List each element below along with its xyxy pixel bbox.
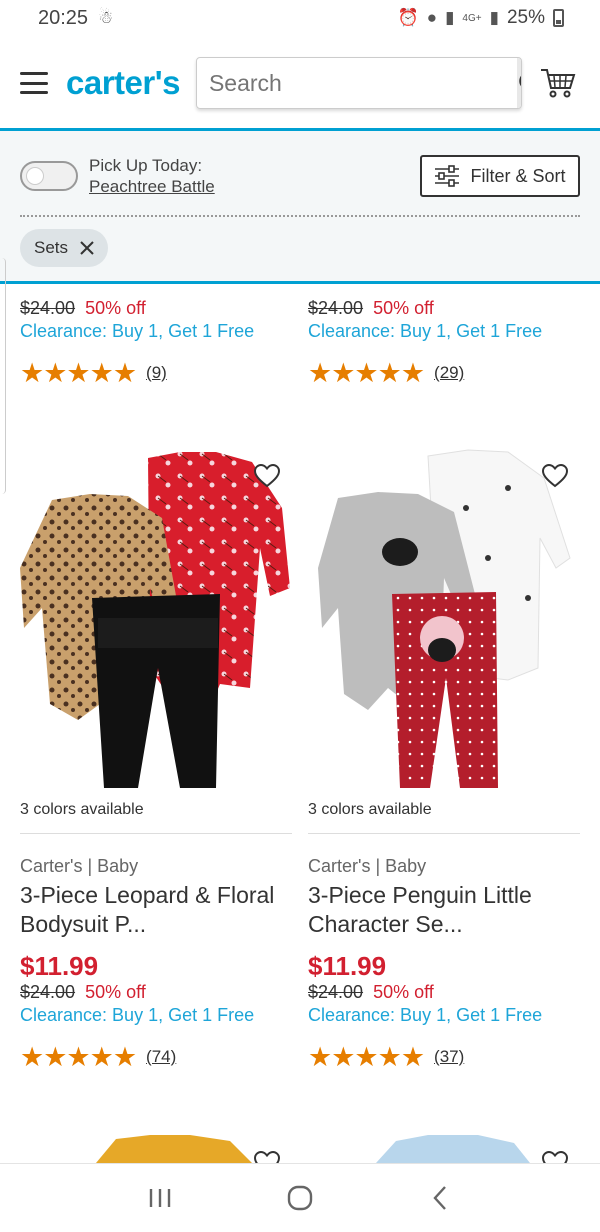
location-icon: ● [426, 8, 438, 27]
review-count[interactable]: (74) [146, 1047, 176, 1067]
rating[interactable]: ★★★★★ (29) [308, 358, 580, 388]
filter-sort-button[interactable]: Filter & Sort [420, 155, 580, 197]
penguin-set-illustration [318, 449, 571, 788]
card-divider [20, 833, 292, 834]
price-row: $24.00 50% off [308, 982, 580, 1003]
product-name[interactable]: 3-Piece Leopard & Floral Bodysuit P... [20, 881, 292, 939]
blue-outfit-illustration [376, 1135, 530, 1163]
product-name-line2: Character Se... [308, 911, 463, 937]
rating[interactable]: ★★★★★ (9) [20, 358, 292, 388]
discount-label: 50% off [85, 298, 146, 318]
price-row: $24.00 50% off [20, 982, 292, 1003]
product-name-line1: 3-Piece Penguin Little [308, 882, 532, 908]
side-drawer-edge[interactable] [0, 258, 6, 494]
recents-button[interactable] [140, 1178, 180, 1218]
promo-text: Clearance: Buy 1, Get 1 Free [308, 1005, 543, 1025]
promo-text: Clearance: Buy 1, Get 1 Free [20, 321, 255, 341]
alarm-icon: ⏰ [397, 8, 419, 27]
chip-label: Sets [34, 238, 69, 257]
cart-icon[interactable] [540, 67, 576, 99]
star-rating-icon: ★★★★★ [308, 358, 425, 388]
colors-available: 3 colors available [20, 801, 144, 818]
signal-icon: ▮ [445, 8, 455, 27]
toggle-knob [26, 167, 44, 185]
search-bar [195, 57, 522, 109]
original-price: $24.00 [308, 298, 364, 318]
notification-icon: ☃ [98, 8, 114, 27]
carters-logo[interactable]: carter's [66, 64, 180, 102]
heart-icon[interactable] [254, 1151, 280, 1163]
pickup-store-link[interactable]: Peachtree Battle [89, 176, 215, 197]
discount-label: 50% off [373, 298, 434, 318]
product-name[interactable]: 3-Piece Penguin Little Character Se... [308, 881, 580, 939]
sliders-icon [435, 165, 460, 187]
system-nav-bar [0, 1163, 600, 1232]
product-image-leopard-set[interactable] [20, 448, 292, 793]
card-divider [308, 833, 580, 834]
product-name-line1: 3-Piece Leopard & Floral [20, 882, 275, 908]
active-filter-chip[interactable]: Sets [20, 229, 109, 267]
sale-price: $11.99 [308, 951, 387, 981]
status-bar: 20:25 ☃ ⏰ ● ▮ 4G+ ▮ 25% [0, 0, 600, 36]
review-count[interactable]: (29) [434, 363, 464, 383]
home-icon [287, 1185, 313, 1211]
heart-icon[interactable] [542, 1151, 568, 1163]
product-brand: Carter's | Baby [308, 856, 427, 876]
promo-text: Clearance: Buy 1, Get 1 Free [308, 321, 543, 341]
star-rating-icon: ★★★★★ [20, 1042, 137, 1072]
star-rating-icon: ★★★★★ [308, 1042, 425, 1072]
recents-icon [149, 1189, 171, 1207]
battery-percent: 25% [506, 7, 545, 28]
filter-sort-label: Filter & Sort [470, 165, 566, 186]
original-price: $24.00 [20, 298, 76, 318]
heart-icon[interactable] [542, 464, 568, 488]
rating[interactable]: ★★★★★ (74) [20, 1042, 292, 1072]
price-row: $24.00 50% off [20, 298, 292, 319]
product-name-line2: Bodysuit P... [20, 911, 147, 937]
back-button[interactable] [420, 1178, 460, 1218]
sale-price: $11.99 [20, 951, 99, 981]
product-card-leopard[interactable]: 3 colors available Carter's | Baby 3-Pie… [20, 801, 292, 1072]
panel-divider [20, 215, 580, 217]
rating[interactable]: ★★★★★ (37) [308, 1042, 580, 1072]
product-card-top-left[interactable]: $24.00 50% off Clearance: Buy 1, Get 1 F… [20, 298, 292, 388]
battery-icon [553, 9, 564, 27]
app-header: carter's [0, 36, 600, 130]
hamburger-icon[interactable] [20, 72, 48, 94]
discount-label: 50% off [373, 982, 434, 1002]
search-button[interactable] [516, 58, 521, 108]
heart-icon[interactable] [254, 464, 280, 488]
original-price: $24.00 [20, 982, 76, 1002]
pickup-info: Pick Up Today: Peachtree Battle [89, 155, 215, 197]
pickup-label: Pick Up Today: [89, 156, 203, 175]
leopard-floral-set-illustration [20, 452, 290, 788]
status-time: 20:25 [38, 6, 89, 29]
colors-available: 3 colors available [308, 801, 432, 818]
product-card-penguin[interactable]: 3 colors available Carter's | Baby 3-Pie… [308, 801, 580, 1072]
review-count[interactable]: (37) [434, 1047, 464, 1067]
product-image-next-left[interactable] [20, 1133, 292, 1163]
promo-text: Clearance: Buy 1, Get 1 Free [20, 1005, 255, 1025]
mustard-outfit-illustration [96, 1135, 252, 1163]
filter-panel: Pick Up Today: Peachtree Battle Filter &… [0, 131, 600, 281]
close-icon[interactable] [80, 241, 94, 255]
discount-label: 50% off [85, 982, 146, 1002]
product-brand: Carter's | Baby [20, 856, 139, 876]
product-card-top-right[interactable]: $24.00 50% off Clearance: Buy 1, Get 1 F… [308, 298, 580, 388]
review-count[interactable]: (9) [146, 363, 167, 383]
search-input[interactable] [196, 58, 517, 108]
star-rating-icon: ★★★★★ [20, 358, 137, 388]
network-type: 4G+ [462, 12, 482, 24]
product-image-next-right[interactable] [308, 1133, 580, 1163]
pickup-toggle[interactable] [20, 161, 78, 191]
original-price: $24.00 [308, 982, 364, 1002]
back-icon [433, 1186, 446, 1210]
panel-bottom-line [0, 281, 600, 284]
product-image-penguin-set[interactable] [308, 448, 580, 793]
price-row: $24.00 50% off [308, 298, 580, 319]
search-icon [519, 75, 521, 87]
signal-icon-2: ▮ [489, 8, 499, 27]
home-button[interactable] [280, 1178, 320, 1218]
